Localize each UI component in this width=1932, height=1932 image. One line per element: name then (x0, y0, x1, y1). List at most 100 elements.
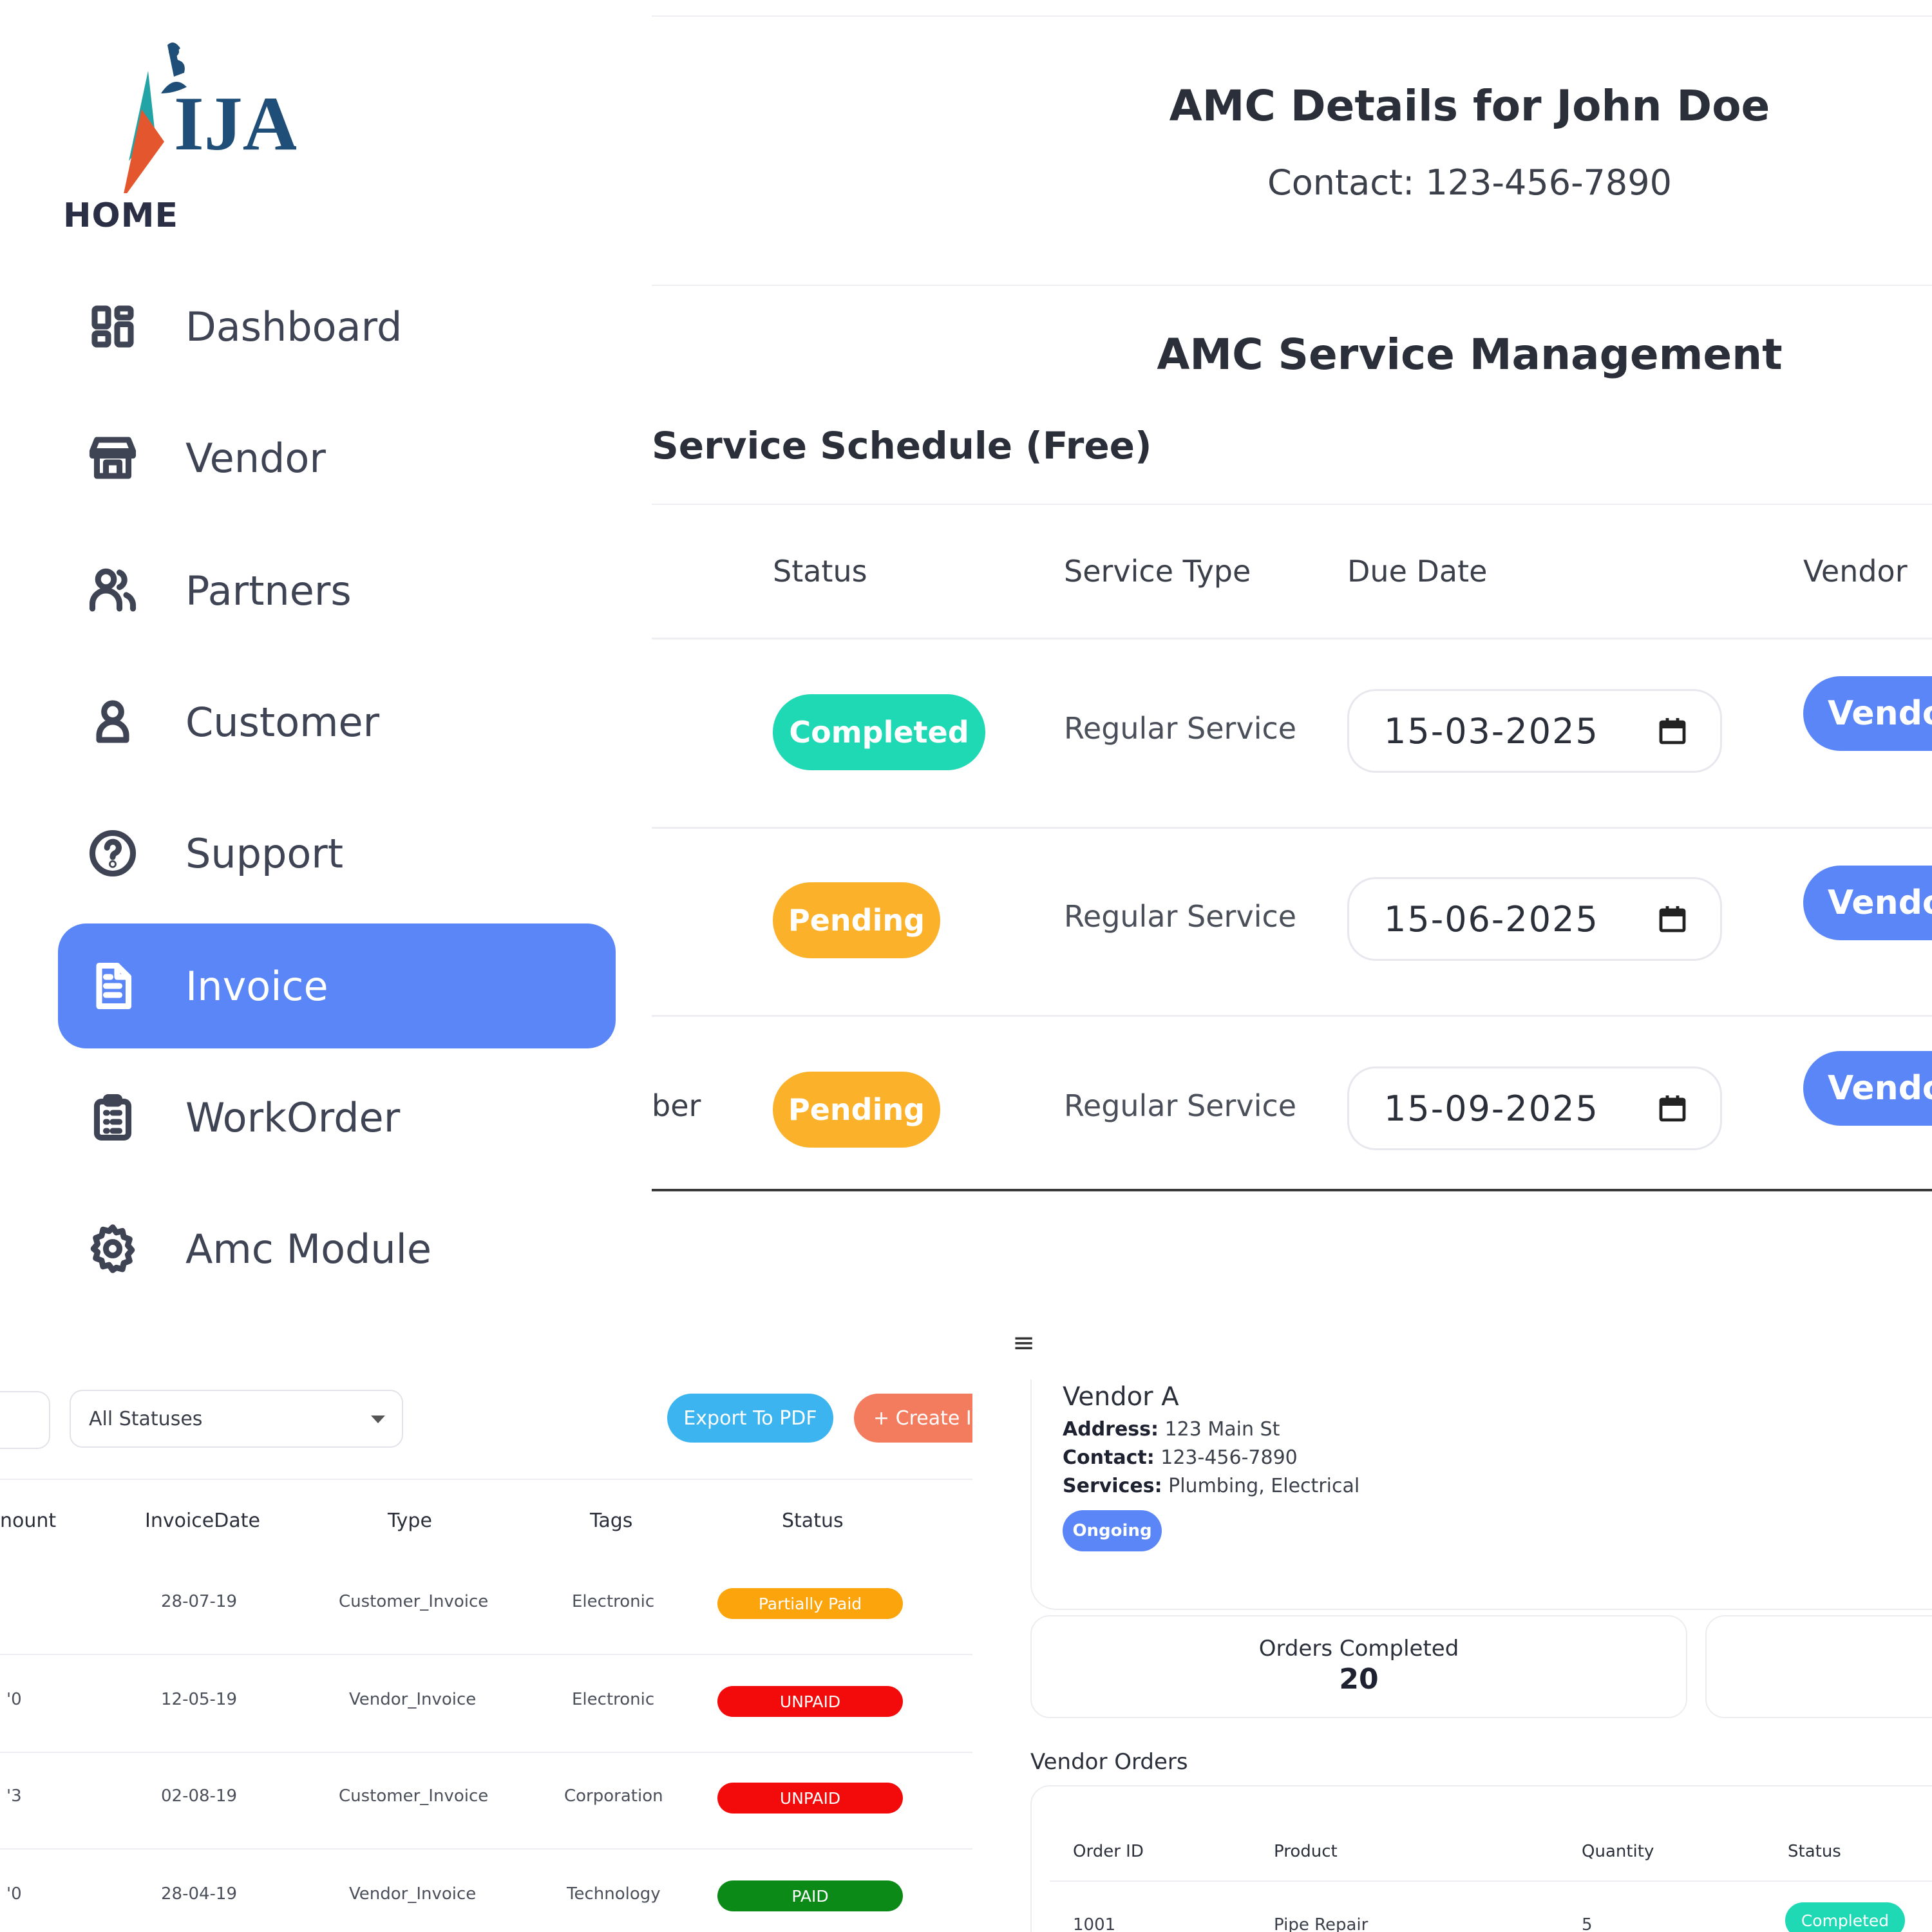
status-badge: Pending (773, 1072, 940, 1148)
menu-icon[interactable]: ≡ (1012, 1327, 1035, 1358)
create-invoice-button[interactable]: + Create In (854, 1394, 972, 1443)
column-header-status: Status (1788, 1842, 1841, 1861)
product-cell: Pipe Repair (1274, 1915, 1368, 1932)
amount-cell: '0 (6, 1690, 22, 1709)
user-icon (84, 693, 142, 751)
contact-value: 123-456-7890 (1160, 1446, 1298, 1469)
calendar-icon[interactable] (1657, 1092, 1688, 1125)
sidebar-item-label: Customer (185, 698, 380, 746)
column-header-due-date: Due Date (1347, 554, 1488, 589)
divider (0, 1654, 972, 1655)
divider (1050, 1880, 1932, 1882)
status-filter-value: All Statuses (89, 1407, 203, 1430)
contact-label: Contact: (1063, 1446, 1155, 1469)
home-label: HOME (63, 196, 178, 235)
tags-cell: Corporation (564, 1786, 663, 1806)
sidebar-item-label: Support (185, 829, 344, 877)
due-date-value: 15-09-2025 (1384, 1088, 1599, 1129)
stat-card (1705, 1615, 1932, 1718)
vendor-details-panel: ≡ Vendor A Address: 123 Main St Contact:… (972, 1314, 1932, 1932)
sidebar-item-partners[interactable]: Partners (58, 528, 616, 653)
status-badge: PAID (717, 1880, 903, 1911)
amount-cell: '0 (6, 1884, 22, 1904)
sidebar-item-support[interactable]: Support (58, 791, 616, 916)
orders-completed-value: 20 (1339, 1663, 1379, 1696)
status-badge: Pending (773, 882, 940, 958)
status-badge: Completed (1785, 1902, 1905, 1932)
due-date-value: 15-03-2025 (1384, 710, 1599, 752)
invoice-list-panel: All Statuses Export To PDF + Create In n… (0, 1314, 972, 1932)
divider (0, 1752, 972, 1753)
column-header-service-type: Service Type (1064, 554, 1251, 589)
calendar-icon[interactable] (1657, 902, 1688, 936)
clipboard-icon (84, 1088, 142, 1146)
service-type: Regular Service (1064, 711, 1297, 746)
status-badge: UNPAID (717, 1783, 903, 1814)
sidebar-panel: IJAN HOME Dashboard Vendor Partners Cust… (0, 0, 652, 1314)
sidebar-item-invoice[interactable]: Invoice (58, 923, 616, 1048)
divider (0, 1479, 972, 1480)
column-header-order-id: Order ID (1073, 1842, 1144, 1861)
sidebar-item-dashboard[interactable]: Dashboard (58, 264, 616, 389)
tags-cell: Electronic (572, 1690, 655, 1709)
tags-cell: Technology (567, 1884, 661, 1904)
vendor-name: Vendor A (1063, 1382, 1179, 1412)
address-label: Address: (1063, 1418, 1159, 1441)
type-cell: Customer_Invoice (339, 1786, 489, 1806)
status-badge: Partially Paid (717, 1588, 903, 1619)
table-row: Pending Regular Service 15-06-2025 Vendo… (652, 827, 1932, 1015)
sidebar-item-label: WorkOrder (185, 1094, 401, 1141)
date-cell: 28-07-19 (161, 1592, 238, 1611)
service-type: Regular Service (1064, 1088, 1297, 1123)
help-circle-icon (84, 824, 142, 882)
export-pdf-button[interactable]: Export To PDF (667, 1394, 833, 1443)
date-cell: 12-05-19 (161, 1690, 238, 1709)
service-type: Regular Service (1064, 899, 1297, 934)
vendor-services: Services: Plumbing, Electrical (1063, 1475, 1359, 1497)
sijan-logo: IJAN (124, 43, 296, 193)
amount-cell: '3 (6, 1786, 22, 1806)
type-cell: Vendor_Invoice (349, 1690, 477, 1709)
tags-cell: Electronic (572, 1592, 655, 1611)
contact-text: Contact: 123-456-7890 (1267, 162, 1672, 203)
sidebar-item-vendor[interactable]: Vendor (58, 395, 616, 520)
due-date-input[interactable]: 15-09-2025 (1347, 1066, 1722, 1150)
sidebar-item-workorder[interactable]: WorkOrder (58, 1055, 616, 1180)
vendor-contact: Contact: 123-456-7890 (1063, 1446, 1298, 1469)
logo-text: IJAN (174, 80, 296, 166)
order-id-cell: 1001 (1073, 1915, 1116, 1932)
sidebar-item-label: Dashboard (185, 303, 402, 350)
vendor-orders-title: Vendor Orders (1030, 1749, 1188, 1775)
column-header-product: Product (1274, 1842, 1338, 1861)
divider (652, 285, 1932, 286)
status-filter-select[interactable]: All Statuses (70, 1390, 403, 1448)
sidebar-item-label: Amc Module (185, 1225, 432, 1273)
sidebar-item-amc-module[interactable]: Amc Module (58, 1186, 616, 1311)
services-label: Services: (1063, 1475, 1162, 1497)
status-badge: Completed (773, 694, 985, 770)
due-date-input[interactable]: 15-03-2025 (1347, 689, 1722, 773)
sidebar-item-customer[interactable]: Customer (58, 659, 616, 784)
orders-completed-label: Orders Completed (1258, 1636, 1459, 1662)
column-header-status: Status (782, 1510, 844, 1532)
status-badge: UNPAID (717, 1686, 903, 1717)
address-value: 123 Main St (1164, 1418, 1280, 1441)
vendor-button[interactable]: Vendor (1803, 866, 1932, 940)
column-header-invoice-date: InvoiceDate (145, 1510, 260, 1532)
due-date-value: 15-06-2025 (1384, 898, 1599, 940)
sidebar-item-label: Partners (185, 567, 352, 614)
vendor-address: Address: 123 Main St (1063, 1418, 1280, 1441)
divider (652, 504, 1932, 505)
vendor-button[interactable]: Vendor (1803, 676, 1932, 751)
section-title: AMC Service Management (1157, 330, 1783, 379)
vendor-button[interactable]: Vendor (1803, 1051, 1932, 1126)
divider (652, 15, 1932, 17)
gear-icon (84, 1220, 142, 1278)
date-cell: 02-08-19 (161, 1786, 238, 1806)
search-input[interactable] (0, 1391, 50, 1449)
services-value: Plumbing, Electrical (1168, 1475, 1360, 1497)
due-date-input[interactable]: 15-06-2025 (1347, 877, 1722, 961)
status-badge: Ongoing (1063, 1510, 1162, 1551)
calendar-icon[interactable] (1657, 714, 1688, 748)
quantity-cell: 5 (1582, 1915, 1593, 1932)
